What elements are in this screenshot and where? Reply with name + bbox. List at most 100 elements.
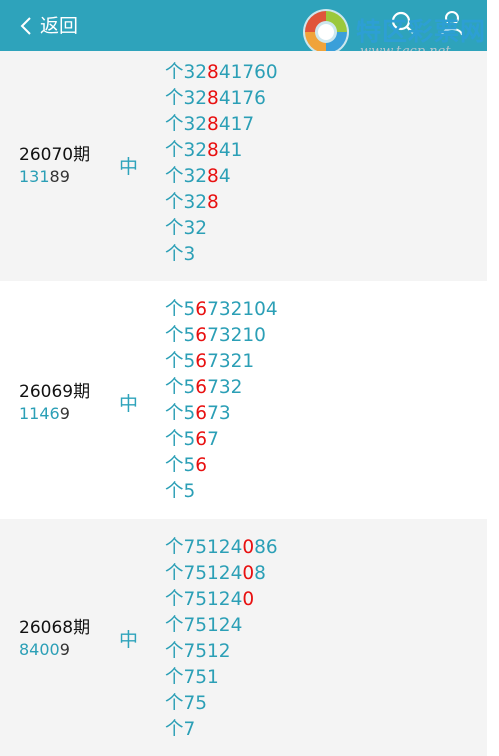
prediction-line: 个567321 [165,349,278,375]
digit-segment: 8 [207,166,219,187]
prediction-line: 个56732104 [165,297,278,323]
digit-segment: 131 [19,167,50,186]
digit-segment: 6 [195,351,208,372]
digit-segment: 个5 [165,455,196,476]
result-hit: 中 [119,156,139,178]
draw-numbers: 84009 [19,640,70,659]
prediction-line: 个32 [165,216,278,242]
result-hit: 中 [119,393,139,415]
digit-segment: 8 [207,114,219,135]
digit-segment: 417 [218,114,255,135]
prediction-line: 个328 [165,190,278,216]
digit-segment: 0 [242,563,255,584]
digit-segment: 4 [218,166,231,187]
digit-segment: 8 [207,192,219,213]
digit-segment: 个75124 [165,589,243,610]
digit-segment: 9 [59,404,70,423]
digit-segment: 6 [195,299,208,320]
digit-segment: 41 [218,140,243,161]
digit-segment: 41760 [218,62,278,83]
digit-segment: 6 [195,455,208,476]
digit-segment: 个5 [165,377,196,398]
digit-segment: 8 [254,563,266,584]
digit-segment: 个32 [165,218,208,239]
draw-numbers: 13189 [19,167,70,186]
digit-segment: 8 [49,167,60,186]
issue-number: 26068期 [19,618,91,638]
prediction-line: 个56 [165,453,278,479]
prediction-line: 个7 [165,717,278,743]
logo-text: 特区彩票网 [356,17,487,46]
prediction-list: 个75124086 个7512408 个751240 个75124 个7512 个751 个… [165,535,278,743]
prediction-line: 个5673210 [165,323,278,349]
prediction-line: 个7512 [165,639,278,665]
prediction-line: 个75124 [165,613,278,639]
prediction-line: 个3 [165,242,278,268]
digit-segment: 个5 [165,351,196,372]
digit-segment: 个5 [165,429,196,450]
digit-segment: 个5 [165,403,196,424]
digit-segment: 个7512 [165,641,231,662]
prediction-line: 个5673 [165,401,278,427]
digit-segment: 7321 [207,351,255,372]
prediction-line: 个32841760 [165,60,278,86]
digit-segment: 6 [195,429,208,450]
digit-segment: 732 [207,377,243,398]
digit-segment: 个751 [165,667,219,688]
prediction-line: 个751 [165,665,278,691]
prediction-line: 个328417 [165,112,278,138]
digit-segment: 6 [49,404,60,423]
digit-segment: 6 [195,403,208,424]
back-label: 返回 [40,15,79,37]
digit-segment: 个3 [165,244,196,265]
prediction-line: 个32841 [165,138,278,164]
digit-segment: 个75124 [165,537,243,558]
chevron-left-icon [20,17,31,35]
digit-segment: 个5 [165,299,196,320]
digit-segment: 114 [19,404,50,423]
digit-segment: 8 [207,62,219,83]
digit-segment: 个32 [165,62,208,83]
prediction-line: 个751240 [165,587,278,613]
digit-segment: 73 [207,403,231,424]
prediction-list: 个32841760 个3284176 个328417 个32841 个3284 个328 个… [165,60,278,268]
record-26069: 26069期 11469 中 个56732104 个5673210 个567321 个… [0,281,487,519]
digit-segment: 个32 [165,88,208,109]
result-hit: 中 [119,629,139,651]
record-26070: 26070期 13189 中 个32841760 个3284176 个328417 个… [0,51,487,281]
digit-segment: 个7 [165,719,196,740]
back-button[interactable]: 返回 [20,12,78,40]
digit-segment: 0 [242,589,255,610]
issue-number: 26069期 [19,382,91,402]
digit-segment: 个32 [165,192,208,213]
digit-segment: 个32 [165,140,208,161]
digit-segment: 0 [242,537,255,558]
prediction-list: 个56732104 个5673210 个567321 个56732 个5673 个567 个… [165,297,278,505]
digit-segment: 个75124 [165,563,243,584]
digit-segment: 个75124 [165,615,243,636]
digit-segment: 个75 [165,693,208,714]
digit-segment: 6 [195,377,208,398]
prediction-line: 个7512408 [165,561,278,587]
draw-numbers: 11469 [19,404,70,423]
digit-segment: 9 [59,167,70,186]
digit-segment: 4176 [218,88,266,109]
prediction-line: 个3284176 [165,86,278,112]
prediction-line: 个56732 [165,375,278,401]
digit-segment: 7 [207,429,219,450]
issue-number: 26070期 [19,145,91,165]
digit-segment: 73210 [207,325,266,346]
prediction-line: 个75124086 [165,535,278,561]
prediction-line: 个75 [165,691,278,717]
prediction-line: 个5 [165,479,278,505]
digit-segment: 840 [19,640,50,659]
digit-segment: 个32 [165,166,208,187]
prediction-line: 个567 [165,427,278,453]
record-26068: 26068期 84009 中 个75124086 个7512408 个751240 个… [0,519,487,756]
digit-segment: 86 [254,537,278,558]
digit-segment: 0 [49,640,60,659]
digit-segment: 个5 [165,325,196,346]
digit-segment: 8 [207,140,219,161]
digit-segment: 9 [59,640,70,659]
digit-segment: 732104 [207,299,278,320]
